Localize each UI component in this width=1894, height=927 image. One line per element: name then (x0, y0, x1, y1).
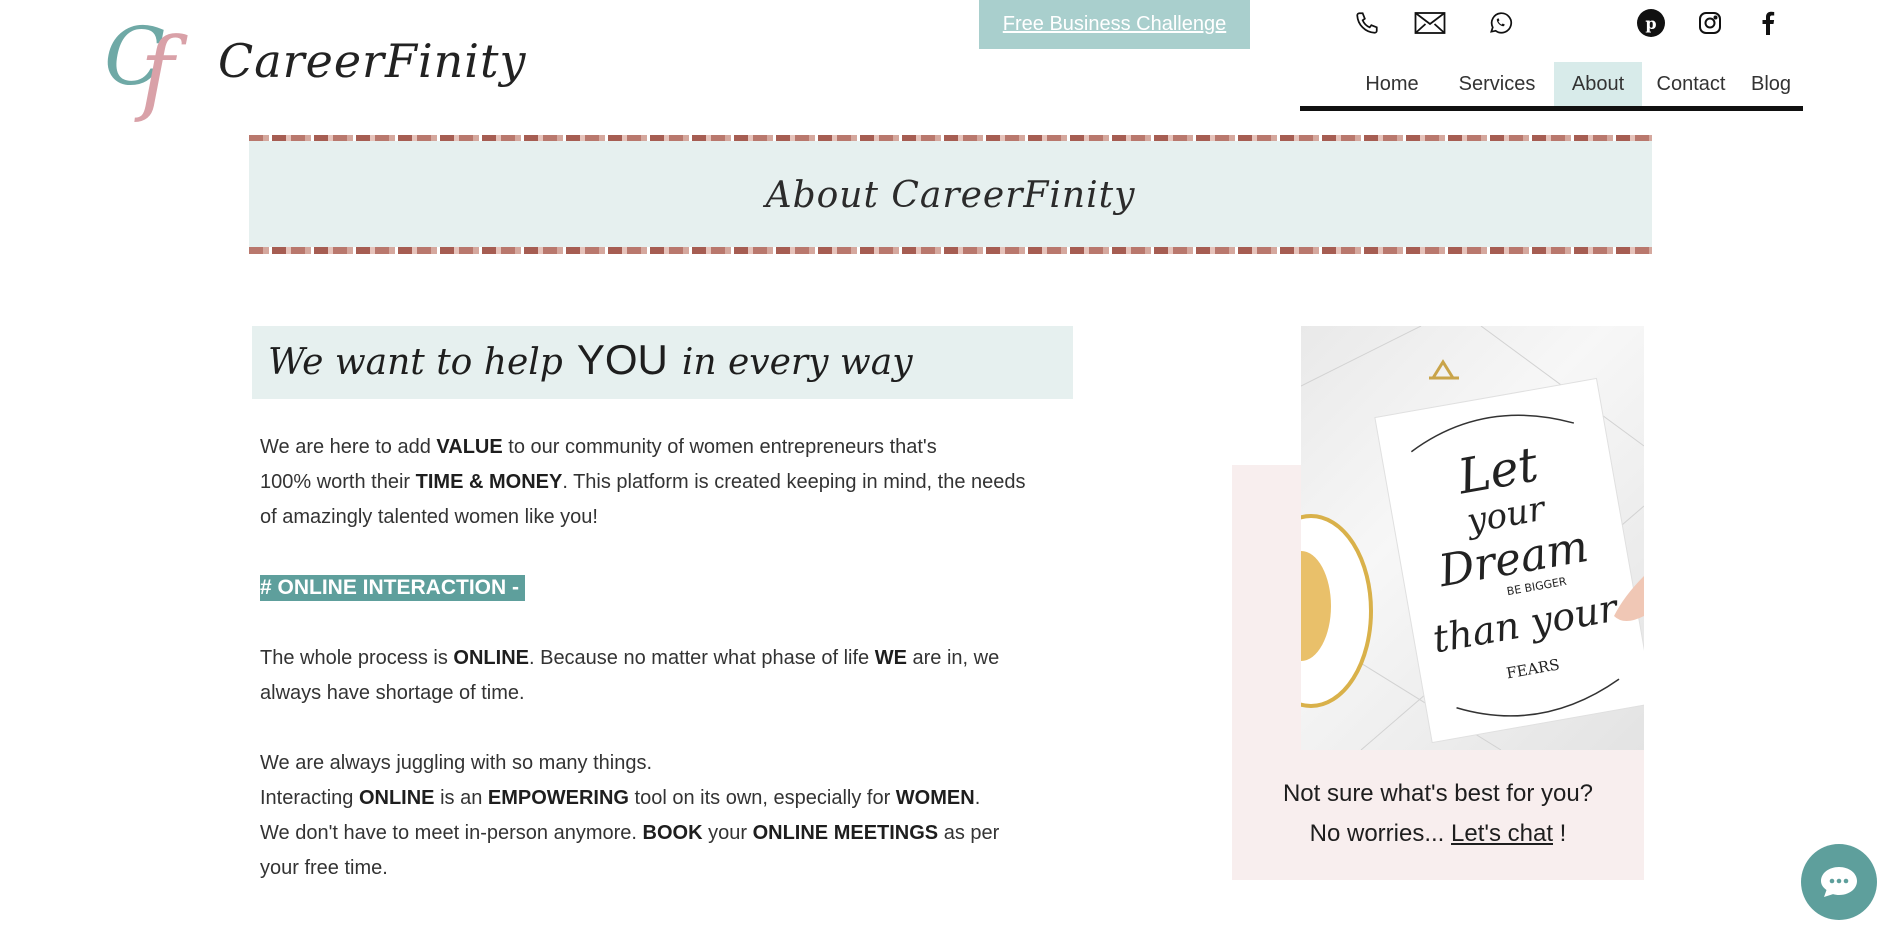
help-heading: We want to help YOU in every way (268, 336, 913, 384)
phone-icon[interactable] (1352, 8, 1382, 38)
logo-letter-f: f (140, 18, 175, 125)
dream-poster-image: Let your Dream BE BIGGER than your FEARS (1301, 326, 1644, 750)
brand-name[interactable]: CareerFinity (218, 34, 526, 88)
online-interaction-highlight: # ONLINE INTERACTION - (260, 575, 526, 601)
pinterest-icon[interactable]: p (1636, 8, 1666, 38)
instagram-icon[interactable] (1695, 8, 1725, 38)
chat-question: Not sure what's best for you? (1282, 780, 1594, 807)
juggling-paragraph: We are always juggling with so many thin… (260, 752, 1000, 879)
chat-reply: No worries... Let's chat ! (1309, 820, 1567, 847)
whatsapp-icon[interactable] (1485, 8, 1515, 38)
online-paragraph: The whole process is ONLINE. Because no … (260, 647, 1000, 704)
chat-widget-button[interactable] (1801, 844, 1877, 920)
nav-services[interactable]: Services (1442, 62, 1552, 107)
lets-chat-link[interactable]: Let's chat (1451, 820, 1553, 847)
help-heading-start: We want to help (268, 342, 563, 383)
nav-blog[interactable]: Blog (1740, 62, 1802, 107)
banner-title: About CareerFinity (765, 174, 1136, 216)
chat-prompt: Not sure what's best for you? No worries… (1232, 774, 1644, 854)
logo-mark[interactable]: C f (104, 10, 194, 125)
banner-border-bottom (249, 247, 1652, 254)
about-banner: About CareerFinity (249, 141, 1652, 249)
help-heading-you: YOU (576, 336, 668, 383)
nav-home[interactable]: Home (1346, 62, 1438, 107)
help-heading-end: in every way (681, 342, 913, 383)
nav-about[interactable]: About (1554, 62, 1642, 107)
intro-paragraph: We are here to add VALUE to our communit… (260, 436, 1026, 528)
svg-text:p: p (1645, 14, 1656, 33)
chat-bubble-icon (1821, 867, 1857, 897)
nav-contact[interactable]: Contact (1646, 62, 1736, 107)
free-business-challenge-button[interactable]: Free Business Challenge (979, 0, 1250, 49)
mail-icon[interactable] (1412, 8, 1448, 38)
nav-underline (1300, 106, 1803, 111)
facebook-icon[interactable] (1753, 8, 1783, 38)
